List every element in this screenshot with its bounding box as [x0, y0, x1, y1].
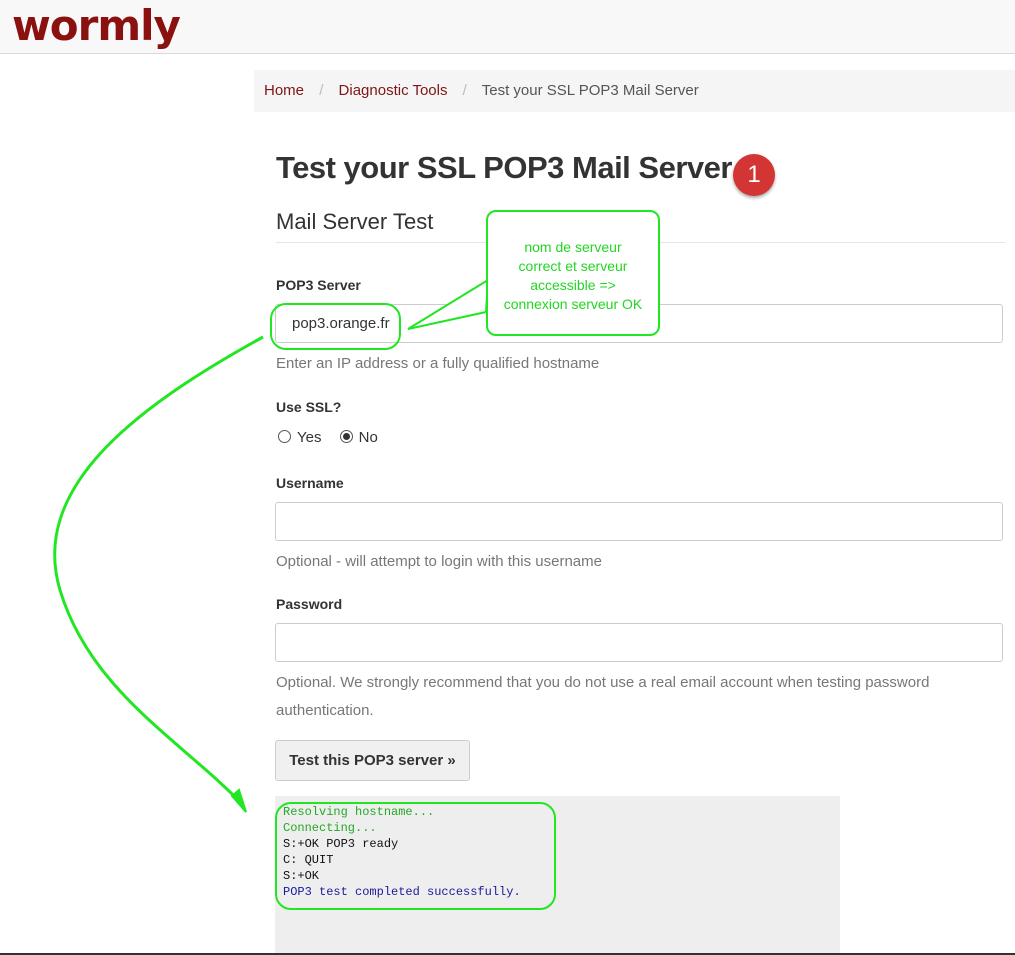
- callout-line: correct et serveur: [518, 258, 628, 274]
- callout-line: connexion serveur OK: [503, 296, 643, 312]
- annotation-arrows: [53, 278, 490, 813]
- annotation-callout: nom de serveur correct et serveur access…: [486, 210, 660, 336]
- arrow-head-icon: [230, 788, 247, 813]
- callout-pointer: [407, 278, 490, 330]
- callout-line: nom de serveur: [524, 239, 622, 255]
- curved-arrow-line: [53, 335, 264, 804]
- callout-line: accessible =>: [530, 277, 616, 293]
